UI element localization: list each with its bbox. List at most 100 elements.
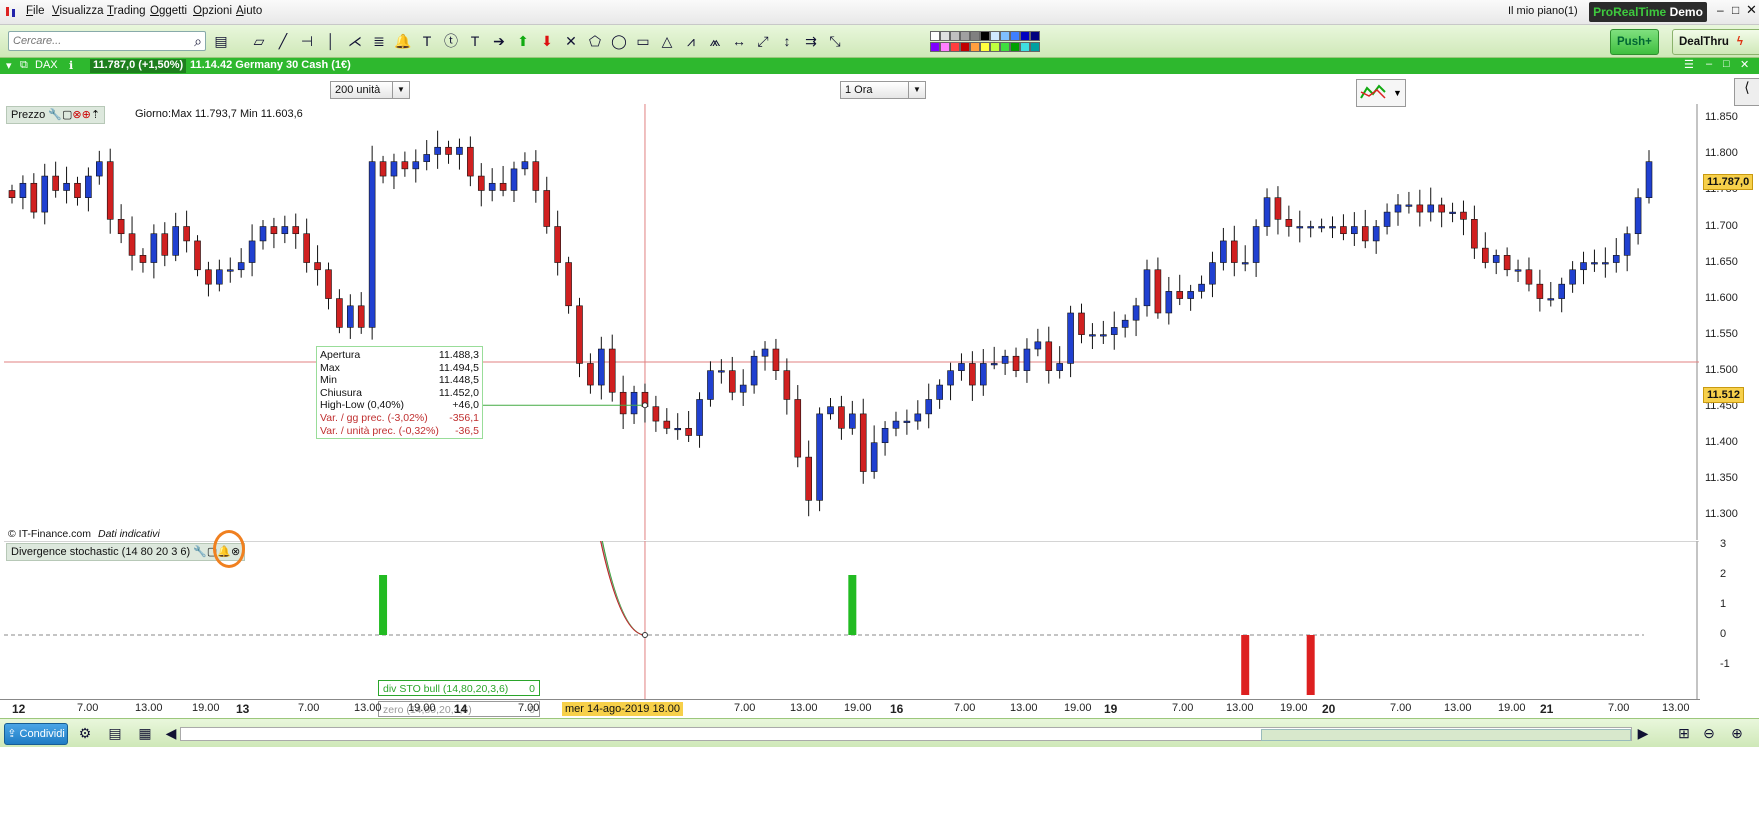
price-chart[interactable] [4, 104, 1699, 540]
x-tick-label: 7.00 [1172, 702, 1194, 714]
horizontal-line-icon[interactable]: ⊣ [298, 32, 316, 50]
candle-body [783, 370, 791, 400]
color-swatch[interactable] [1020, 42, 1030, 52]
triangle-tool-icon[interactable]: △ [658, 32, 676, 50]
color-swatch[interactable] [970, 31, 980, 41]
dealthru-button[interactable]: DealThru ϟ [1672, 29, 1759, 55]
color-swatch[interactable] [930, 42, 940, 52]
minimize-icon[interactable]: – [1717, 3, 1724, 17]
arrow-right-icon[interactable]: ➔ [490, 32, 508, 50]
rectangle-tool-icon[interactable]: ▭ [634, 32, 652, 50]
indicator-chart[interactable] [4, 541, 1699, 699]
projection-tool-icon[interactable]: ⇉ [802, 32, 820, 50]
cursor-date-label: mer 14-ago-2019 18.00 [562, 702, 683, 716]
color-swatch[interactable] [1030, 42, 1040, 52]
color-swatch[interactable] [990, 31, 1000, 41]
ruler-icon[interactable]: ▱ [250, 32, 268, 50]
menu-opzioni[interactable]: Opzioni [193, 5, 232, 17]
list-icon[interactable]: ▤ [106, 724, 124, 742]
share-button[interactable]: ⇪ Condividi [4, 723, 68, 745]
wrench-icon[interactable]: 🔧 [193, 546, 207, 558]
color-swatch[interactable] [1030, 31, 1040, 41]
menu-file[interactable]: File [26, 5, 45, 17]
chart-style-button[interactable]: ▼ [1356, 79, 1406, 107]
scroll-left-icon[interactable]: ◀ [162, 724, 180, 742]
color-swatch[interactable] [1000, 42, 1010, 52]
menu-aiuto[interactable]: Aiuto [236, 5, 262, 17]
menu-visualizza[interactable]: Visualizza [52, 5, 104, 17]
line-tool-icon[interactable]: ╱ [274, 32, 292, 50]
units-select[interactable]: 200 unità ▼ [330, 81, 410, 99]
scroll-right-icon[interactable]: ▶ [1634, 724, 1652, 742]
price-panel-title: Prezzo 🔧▢⊗⊕⇡ [6, 106, 106, 124]
zigzag-tool-icon[interactable]: ⩕ [706, 32, 724, 50]
fibonacci-icon[interactable]: ≣ [370, 32, 388, 50]
vertical-line-icon[interactable]: │ [322, 32, 340, 50]
window-icon[interactable]: ▢ [62, 109, 72, 121]
add-indicator-icon[interactable]: ⊕ [82, 109, 91, 121]
scrollbar-thumb[interactable] [1261, 729, 1631, 741]
color-swatch[interactable] [940, 31, 950, 41]
color-swatch[interactable] [980, 42, 990, 52]
menu-trading[interactable]: Trading [107, 5, 146, 17]
close-icon[interactable]: ✕ [1746, 2, 1757, 18]
color-swatch[interactable] [980, 31, 990, 41]
window-maximize-icon[interactable]: □ [1723, 58, 1730, 70]
zoom-fit-icon[interactable]: ⊞ [1675, 724, 1693, 742]
maximize-icon[interactable]: □ [1732, 3, 1739, 17]
color-swatch[interactable] [990, 42, 1000, 52]
indicators-icon[interactable]: ⚙ [76, 724, 94, 742]
workspace-label[interactable]: Il mio piano(1) [1508, 5, 1578, 17]
color-swatch[interactable] [1010, 42, 1020, 52]
color-swatch[interactable] [930, 31, 940, 41]
remove-icon[interactable]: ⊗ [72, 109, 81, 121]
search-icon[interactable]: ⌕ [189, 32, 207, 50]
ellipse-tool-icon[interactable]: ◯ [610, 32, 628, 50]
timeframe-select[interactable]: 1 Ora ▼ [840, 81, 926, 99]
color-swatch[interactable] [940, 42, 950, 52]
screener-icon[interactable]: ▤ [212, 32, 230, 50]
range-tool-icon[interactable]: ↔ [730, 32, 748, 50]
color-swatch[interactable] [950, 42, 960, 52]
zoom-in-icon[interactable]: ⊕ [1728, 724, 1746, 742]
info-icon[interactable]: ℹ [69, 59, 73, 72]
trend-tool-icon[interactable]: ⤢ [754, 32, 772, 50]
zoom-out-icon[interactable]: ⊖ [1700, 724, 1718, 742]
color-swatch[interactable] [960, 31, 970, 41]
x-tick-label: 13.00 [354, 702, 382, 714]
comment-tool-icon[interactable]: ⓣ [442, 32, 460, 50]
window-close-icon[interactable]: ✕ [1740, 58, 1749, 71]
candle-body [292, 226, 300, 235]
cross-tool-icon[interactable]: ✕ [562, 32, 580, 50]
polygon-tool-icon[interactable]: ⬠ [586, 32, 604, 50]
search-input[interactable] [8, 31, 206, 51]
instrument-menu-icon[interactable]: ▾ [6, 59, 12, 72]
expand-tool-icon[interactable]: ⤡ [826, 32, 844, 50]
menu-oggetti[interactable]: Oggetti [150, 5, 187, 17]
window-minimize-icon[interactable]: – [1706, 58, 1712, 70]
color-swatch[interactable] [1010, 31, 1020, 41]
color-swatch[interactable] [1020, 31, 1030, 41]
collapse-icon[interactable]: ⇡ [91, 109, 100, 121]
side-panel-toggle-icon[interactable]: ⟨ [1734, 78, 1759, 106]
text-box-icon[interactable]: T [466, 32, 484, 50]
text-tool-icon[interactable]: T [418, 32, 436, 50]
layout-icon[interactable]: ☰ [1684, 58, 1694, 71]
y-tick-label: 0 [1720, 628, 1727, 640]
push-button[interactable]: Push+ [1610, 29, 1659, 55]
horizontal-scrollbar[interactable] [180, 727, 1632, 741]
vertical-measure-icon[interactable]: ↕ [778, 32, 796, 50]
color-swatch[interactable] [960, 42, 970, 52]
alert-bell-icon[interactable]: 🔔 [394, 32, 412, 50]
color-swatch[interactable] [970, 42, 980, 52]
color-swatch[interactable] [1000, 31, 1010, 41]
arrow-down-icon[interactable]: ⬇ [538, 32, 556, 50]
arrow-up-icon[interactable]: ⬆ [514, 32, 532, 50]
table-icon[interactable]: ▦ [136, 724, 154, 742]
link-icon[interactable]: ⧉ [20, 59, 28, 72]
wrench-icon[interactable]: 🔧 [48, 109, 62, 121]
instrument-name[interactable]: DAX [35, 59, 58, 71]
channel-tool-icon[interactable]: ⩘ [682, 32, 700, 50]
color-swatch[interactable] [950, 31, 960, 41]
fan-tool-icon[interactable]: ⋌ [346, 32, 364, 50]
